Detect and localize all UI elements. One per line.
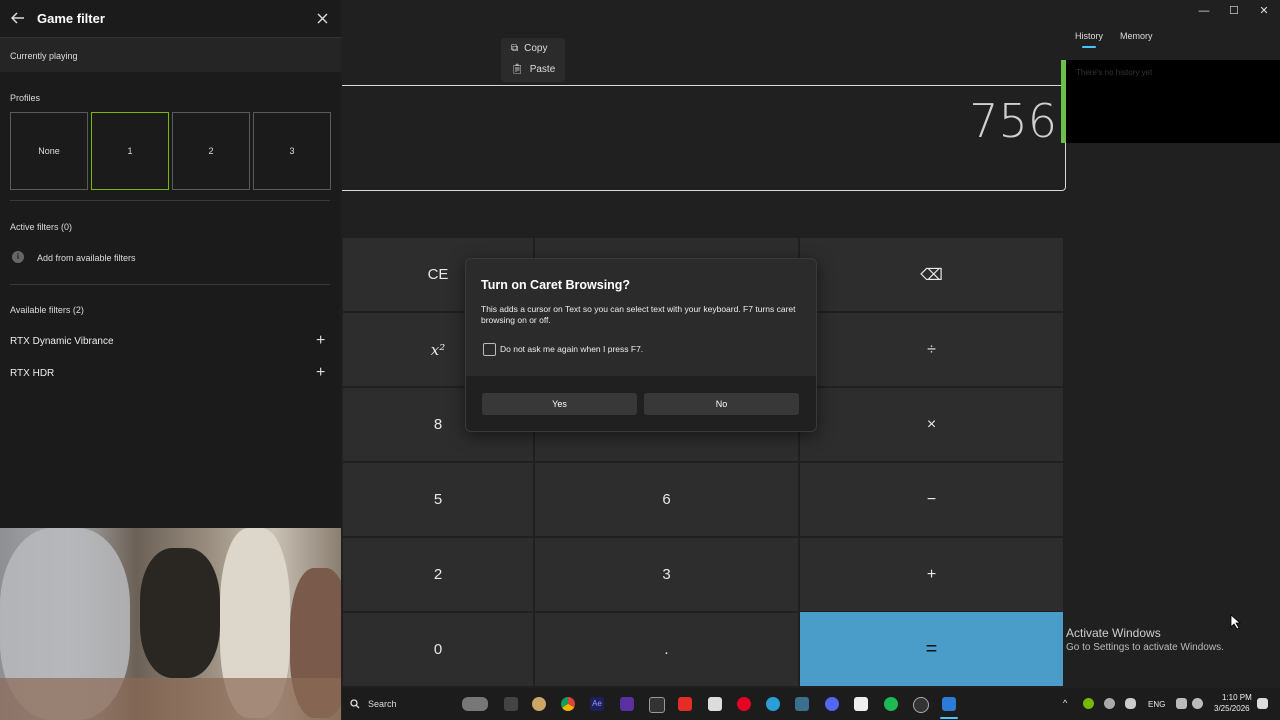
notification-icon[interactable] <box>1257 698 1268 709</box>
app-icon[interactable] <box>620 697 634 711</box>
key-5[interactable]: 5 <box>343 463 533 536</box>
maximize-button[interactable]: ☐ <box>1219 4 1249 18</box>
key-backspace[interactable]: ⌫ <box>800 238 1063 311</box>
backspace-icon: ⌫ <box>920 266 943 284</box>
chrome-icon[interactable] <box>561 697 575 711</box>
add-filter-plus-icon[interactable]: + <box>316 333 325 349</box>
dont-ask-label[interactable]: Do not ask me again when I press F7. <box>500 344 643 354</box>
activate-windows-subtitle: Go to Settings to activate Windows. <box>1066 642 1224 653</box>
cloud-tray-icon[interactable] <box>1104 698 1115 709</box>
active-filters-label: Active filters (0) <box>10 222 73 232</box>
filter-rtx-hdr[interactable]: RTX HDR <box>10 368 54 379</box>
key-multiply[interactable]: × <box>800 388 1063 461</box>
edge-icon[interactable] <box>766 697 780 711</box>
tab-memory[interactable]: Memory <box>1120 31 1153 41</box>
microphone-icon[interactable] <box>1125 698 1136 709</box>
copy-label: Copy <box>524 43 548 54</box>
discord-icon[interactable] <box>825 697 839 711</box>
divider <box>10 200 330 201</box>
tab-underline <box>1082 46 1096 48</box>
profiles-label: Profiles <box>10 93 41 103</box>
game-filter-header: Game filter <box>0 0 341 38</box>
file-icon[interactable] <box>854 697 868 711</box>
language-indicator[interactable]: ENG <box>1148 700 1165 709</box>
webcam-feed <box>0 528 341 720</box>
context-copy-item[interactable]: ⧉ Copy <box>511 43 548 54</box>
paste-icon: 📋︎ <box>511 64 524 75</box>
copy-icon: ⧉ <box>511 43 519 54</box>
currently-playing-bar: Currently playing <box>0 38 341 72</box>
no-button[interactable]: No <box>644 393 799 415</box>
calculator-display[interactable]: 756 <box>342 85 1066 191</box>
clock-time[interactable]: 1:10 PM <box>1222 693 1252 702</box>
calculator-taskbar-icon[interactable] <box>942 697 956 711</box>
network-icon[interactable] <box>1176 698 1187 709</box>
dialog-body: This adds a cursor on Text so you can se… <box>481 304 796 325</box>
mouse-cursor-icon <box>1230 614 1242 630</box>
yes-button[interactable]: Yes <box>482 393 637 415</box>
minimize-button[interactable]: — <box>1189 4 1219 18</box>
dialog-footer: Yes No <box>466 376 816 431</box>
filter-rtx-dynamic-vibrance[interactable]: RTX Dynamic Vibrance <box>10 336 114 347</box>
search-icon <box>350 699 360 709</box>
add-filter-plus-icon[interactable]: + <box>316 365 325 381</box>
volume-icon[interactable] <box>1192 698 1203 709</box>
after-effects-icon[interactable]: Ae <box>590 697 604 711</box>
app-icon[interactable] <box>532 697 546 711</box>
capcut-icon[interactable] <box>649 697 665 713</box>
key-2[interactable]: 2 <box>343 538 533 611</box>
webcam-floor <box>0 678 341 720</box>
history-panel: There's no history yet <box>1066 60 1280 143</box>
webcam-dark-area <box>140 548 220 678</box>
close-icon[interactable] <box>317 13 328 24</box>
history-empty-text: There's no history yet <box>1076 68 1153 77</box>
profile-3[interactable]: 3 <box>253 112 331 190</box>
app-icon[interactable] <box>795 697 809 711</box>
display-value: 756 <box>969 94 1057 148</box>
tray-chevron-icon[interactable]: ^ <box>1063 698 1067 708</box>
profile-1[interactable]: 1 <box>91 112 169 190</box>
media-player-icon[interactable] <box>913 697 929 713</box>
game-filter-panel: Game filter Currently playing Profiles N… <box>0 0 341 528</box>
profile-2[interactable]: 2 <box>172 112 250 190</box>
activate-windows-title: Activate Windows <box>1066 626 1161 640</box>
clock-date[interactable]: 3/25/2026 <box>1214 704 1250 713</box>
dont-ask-checkbox[interactable] <box>483 343 496 356</box>
nvidia-tray-icon[interactable] <box>1083 698 1094 709</box>
key-0[interactable]: 0 <box>343 613 533 686</box>
paste-label: Paste <box>529 64 556 75</box>
dialog-title: Turn on Caret Browsing? <box>481 278 631 292</box>
close-window-button[interactable]: ✕ <box>1249 4 1279 18</box>
key-3[interactable]: 3 <box>535 538 798 611</box>
pinterest-icon[interactable] <box>737 697 751 711</box>
info-icon: i <box>12 251 24 263</box>
search-highlight-icon[interactable] <box>462 697 488 711</box>
context-menu: ⧉ Copy 📋︎ Paste <box>501 38 565 82</box>
key-divide[interactable]: ÷ <box>800 313 1063 386</box>
tab-history[interactable]: History <box>1075 31 1103 41</box>
page-title: Game filter <box>37 11 105 26</box>
key-6[interactable]: 6 <box>535 463 798 536</box>
profile-none[interactable]: None <box>10 112 88 190</box>
taskbar: Search Ae ^ ENG 1:10 PM 3/25/2026 <box>342 688 1280 720</box>
key-plus[interactable]: + <box>800 538 1063 611</box>
caret-browsing-dialog: Turn on Caret Browsing? This adds a curs… <box>465 258 817 432</box>
active-app-indicator <box>940 717 958 719</box>
available-filters-label: Available filters (2) <box>10 305 84 315</box>
key-minus[interactable]: − <box>800 463 1063 536</box>
divider <box>10 284 330 285</box>
store-icon[interactable] <box>708 697 722 711</box>
task-view-icon[interactable] <box>504 697 518 711</box>
spotify-icon[interactable] <box>884 697 898 711</box>
key-equals[interactable]: = <box>800 612 1063 686</box>
add-from-available-link[interactable]: Add from available filters <box>37 253 136 263</box>
key-decimal[interactable]: . <box>535 613 798 686</box>
back-arrow-icon[interactable] <box>11 12 25 24</box>
currently-playing-label: Currently playing <box>10 51 78 61</box>
context-paste-item[interactable]: 📋︎ Paste <box>511 64 555 75</box>
youtube-icon[interactable] <box>678 697 692 711</box>
search-label: Search <box>368 699 397 709</box>
